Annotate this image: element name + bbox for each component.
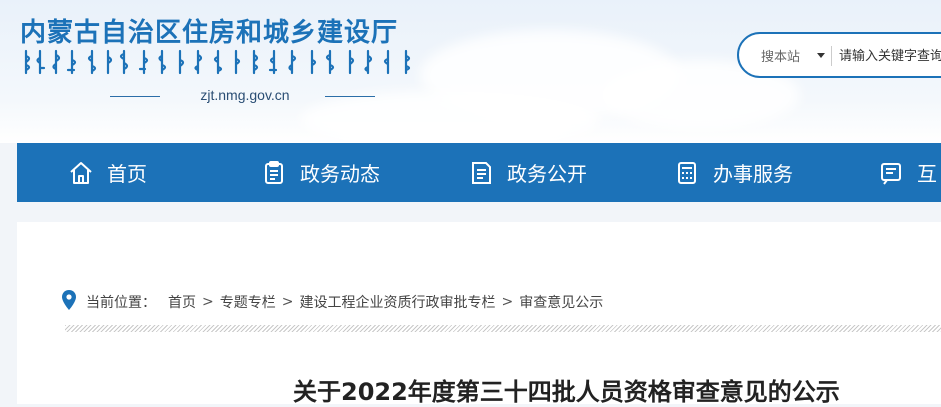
domain-right-line: [325, 96, 375, 97]
breadcrumb-separator: >: [281, 294, 294, 310]
site-title[interactable]: 内蒙古自治区住房和城乡建设厅: [20, 12, 398, 49]
search-divider: [831, 46, 832, 66]
main-nav: 首页 政务动态 政务公开 办事服务 互: [17, 143, 941, 202]
nav-item-public[interactable]: 政务公开: [467, 143, 587, 202]
search-input[interactable]: [839, 44, 941, 68]
nav-label: 办事服务: [713, 162, 793, 186]
interaction-icon: [877, 159, 905, 187]
domain-left-line: [110, 96, 160, 97]
article-title: 关于2022年度第三十四批人员资格审查意见的公示: [293, 378, 840, 406]
home-icon: [67, 159, 95, 187]
domain-text: zjt.nmg.gov.cn: [200, 87, 290, 103]
breadcrumb-link-review[interactable]: 审查意见公示: [519, 292, 603, 312]
clipboard-icon: [260, 159, 288, 187]
breadcrumb-link-home[interactable]: 首页: [168, 292, 196, 312]
chevron-down-icon[interactable]: [817, 53, 825, 58]
domain-row: zjt.nmg.gov.cn: [110, 86, 380, 106]
mongolian-script-logo: [24, 49, 411, 75]
location-pin-icon: [62, 290, 76, 314]
calculator-icon: [673, 159, 701, 187]
dotted-divider: [65, 325, 941, 332]
document-icon: [467, 159, 495, 187]
header-banner: 内蒙古自治区住房和城乡建设厅 zjt.nmg.gov.cn 搜本站 请输入关键字…: [0, 0, 941, 143]
breadcrumb-separator: >: [501, 294, 514, 310]
nav-label: 首页: [107, 162, 147, 186]
nav-item-home[interactable]: 首页: [67, 143, 147, 202]
nav-item-service[interactable]: 办事服务: [673, 143, 793, 202]
breadcrumb: 当前位置： 首页 > 专题专栏 > 建设工程企业资质行政审批专栏 > 审查意见公…: [62, 290, 603, 314]
nav-label: 政务公开: [507, 162, 587, 186]
nav-item-news[interactable]: 政务动态: [260, 143, 380, 202]
breadcrumb-prefix: 当前位置：: [86, 295, 156, 311]
search-scope-select[interactable]: 搜本站: [761, 46, 800, 65]
breadcrumb-separator: >: [202, 294, 214, 310]
breadcrumb-link-topics[interactable]: 专题专栏: [220, 292, 276, 312]
breadcrumb-link-qualification[interactable]: 建设工程企业资质行政审批专栏: [299, 292, 495, 312]
nav-label: 政务动态: [300, 162, 380, 186]
nav-label: 互: [917, 162, 937, 186]
search-box: 搜本站: [737, 32, 941, 78]
nav-item-interaction[interactable]: 互: [877, 143, 937, 202]
content-panel: 当前位置： 首页 > 专题专栏 > 建设工程企业资质行政审批专栏 > 审查意见公…: [17, 222, 941, 406]
